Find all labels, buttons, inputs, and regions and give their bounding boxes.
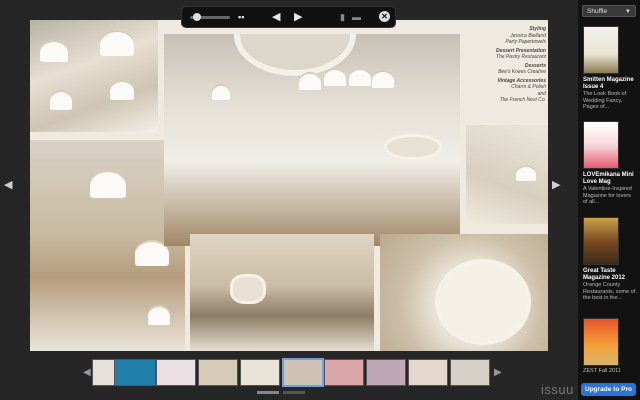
thumbnail-page[interactable] [198,359,238,386]
pager-indicator[interactable] [283,391,305,394]
cover-thumbnail[interactable] [583,318,619,366]
thumbnail-page[interactable] [366,359,406,386]
photo-gift-boxes [30,140,185,351]
thumbs-next-icon[interactable]: ▶ [494,367,502,378]
bookmark-icon[interactable]: ▮ [340,10,345,24]
upgrade-to-pro-button[interactable]: Upgrade to Pro [581,383,636,396]
thumbnail-page[interactable] [408,359,448,386]
thumbnail-page[interactable] [450,359,490,386]
photo-cookie [380,234,548,351]
thumbnail-page[interactable] [156,359,196,386]
pager-indicator-active[interactable] [257,391,279,394]
photo-spoons [466,125,548,224]
related-item[interactable]: Great Taste Magazine 2012 Orange County … [583,217,637,302]
close-icon[interactable]: ✕ [379,11,390,22]
spread-prev-arrow-icon[interactable]: ◀ [4,178,12,191]
share-icon[interactable]: ▬ [352,10,361,24]
zoom-slider-knob[interactable] [193,13,201,21]
related-item[interactable]: Smitten Magazine Issue 4 The Look Book o… [583,26,637,111]
thumbnail-page[interactable] [114,359,156,386]
thumbnail-page[interactable] [240,359,280,386]
cover-thumbnail[interactable] [583,121,619,169]
related-sidebar: Shuffle ▼ Smitten Magazine Issue 4 The L… [578,0,640,400]
cover-thumbnail[interactable] [583,26,619,74]
photo-tray-candles [190,234,374,351]
related-item[interactable]: LOVEmikana Mini Love Mag A Valentine-Ins… [583,121,637,206]
prev-page-icon[interactable]: ◀ [272,10,280,24]
grid-icon[interactable]: ▪▪ [238,10,244,24]
issuu-logo[interactable]: issuu [541,382,574,397]
thumbnail-page[interactable] [324,359,364,386]
related-item[interactable]: ZEST Fall 2011 [583,318,637,375]
spread-next-arrow-icon[interactable]: ▶ [552,178,560,191]
credits-text: Styling Jessica Bielland Party Papertowels… [495,26,546,103]
thumbs-prev-icon[interactable]: ◀ [83,367,91,378]
chevron-down-icon: ▼ [625,9,631,15]
cover-thumbnail[interactable] [583,217,619,265]
thumbnail-strip [92,358,490,387]
thumbnail-page-active[interactable] [282,358,324,387]
magazine-spread[interactable]: Styling Jessica Bielland Party Papertowels… [30,20,548,351]
photo-cupcakes-top-left [30,20,158,132]
photo-dessert-table [164,34,460,246]
document-viewer: Styling Jessica Bielland Party Papertowels… [0,0,578,400]
viewer-toolbar: ▪▪ ◀ ▶ ▮ ▬ ✕ [182,7,395,27]
shuffle-dropdown[interactable]: Shuffle ▼ [582,5,636,17]
next-page-icon[interactable]: ▶ [294,10,302,24]
